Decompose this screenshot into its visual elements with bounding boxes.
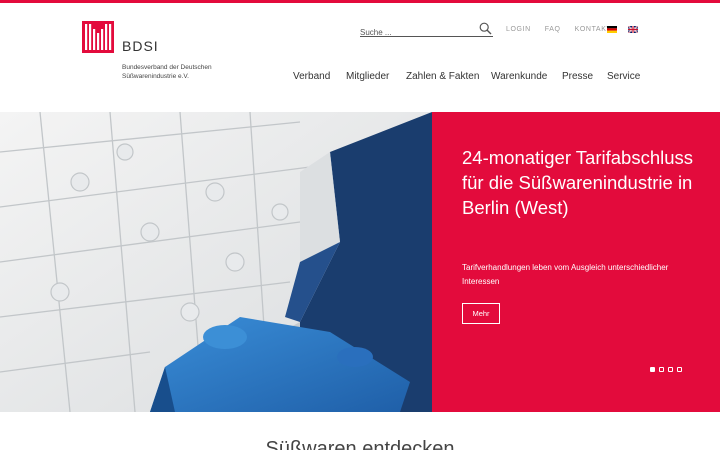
top-accent-strip — [0, 0, 720, 3]
faq-link[interactable]: FAQ — [545, 26, 561, 33]
search-box — [360, 22, 493, 40]
more-button[interactable]: Mehr — [462, 303, 500, 324]
slider-dot-4[interactable] — [677, 367, 682, 372]
search-icon[interactable] — [479, 22, 492, 35]
nav-item-presse[interactable]: Presse — [562, 71, 607, 82]
logo-subtitle-line1: Bundesverband der Deutschen — [122, 64, 212, 71]
nav-item-warenkunde[interactable]: Warenkunde — [491, 71, 562, 82]
puzzle-image — [0, 112, 432, 412]
slider-pagination — [650, 367, 682, 372]
search-input[interactable] — [360, 25, 472, 40]
nav-item-mitglieder[interactable]: Mitglieder — [346, 71, 406, 82]
site-logo[interactable]: BDSI Bundesverband der Deutschen Süßware… — [82, 21, 222, 91]
nav-item-zahlen-fakten[interactable]: Zahlen & Fakten — [406, 71, 491, 82]
flag-germany-icon[interactable] — [607, 26, 617, 33]
section-heading: Süßwaren entdecken — [265, 438, 455, 450]
hero-description: Tarifverhandlungen leben vom Ausgleich u… — [462, 263, 669, 286]
hero-slider: 24-monatiger Tarifabschluss für die Süßw… — [0, 112, 720, 412]
main-nav: Verband Mitglieder Zahlen & Fakten Waren… — [293, 71, 647, 82]
nav-item-verband[interactable]: Verband — [293, 71, 346, 82]
slider-dot-1[interactable] — [650, 367, 655, 372]
hero-title: 24-monatiger Tarifabschluss für die Süßw… — [462, 147, 694, 218]
hero-image — [0, 112, 432, 412]
flag-uk-icon[interactable] — [628, 26, 638, 33]
bdsi-logo-icon — [82, 21, 114, 53]
login-link[interactable]: LOGIN — [506, 26, 531, 33]
logo-wordmark: BDSI — [122, 38, 159, 54]
slider-dot-2[interactable] — [659, 367, 664, 372]
logo-subtitle: Bundesverband der Deutschen Süßwarenindu… — [122, 63, 232, 81]
hero-text-panel: 24-monatiger Tarifabschluss für die Süßw… — [432, 112, 720, 412]
logo-subtitle-line2: Süßwarenindustrie e.V. — [122, 73, 189, 80]
nav-item-service[interactable]: Service — [607, 71, 647, 82]
kontakt-link[interactable]: KONTAKT — [575, 26, 612, 33]
slider-dot-3[interactable] — [668, 367, 673, 372]
